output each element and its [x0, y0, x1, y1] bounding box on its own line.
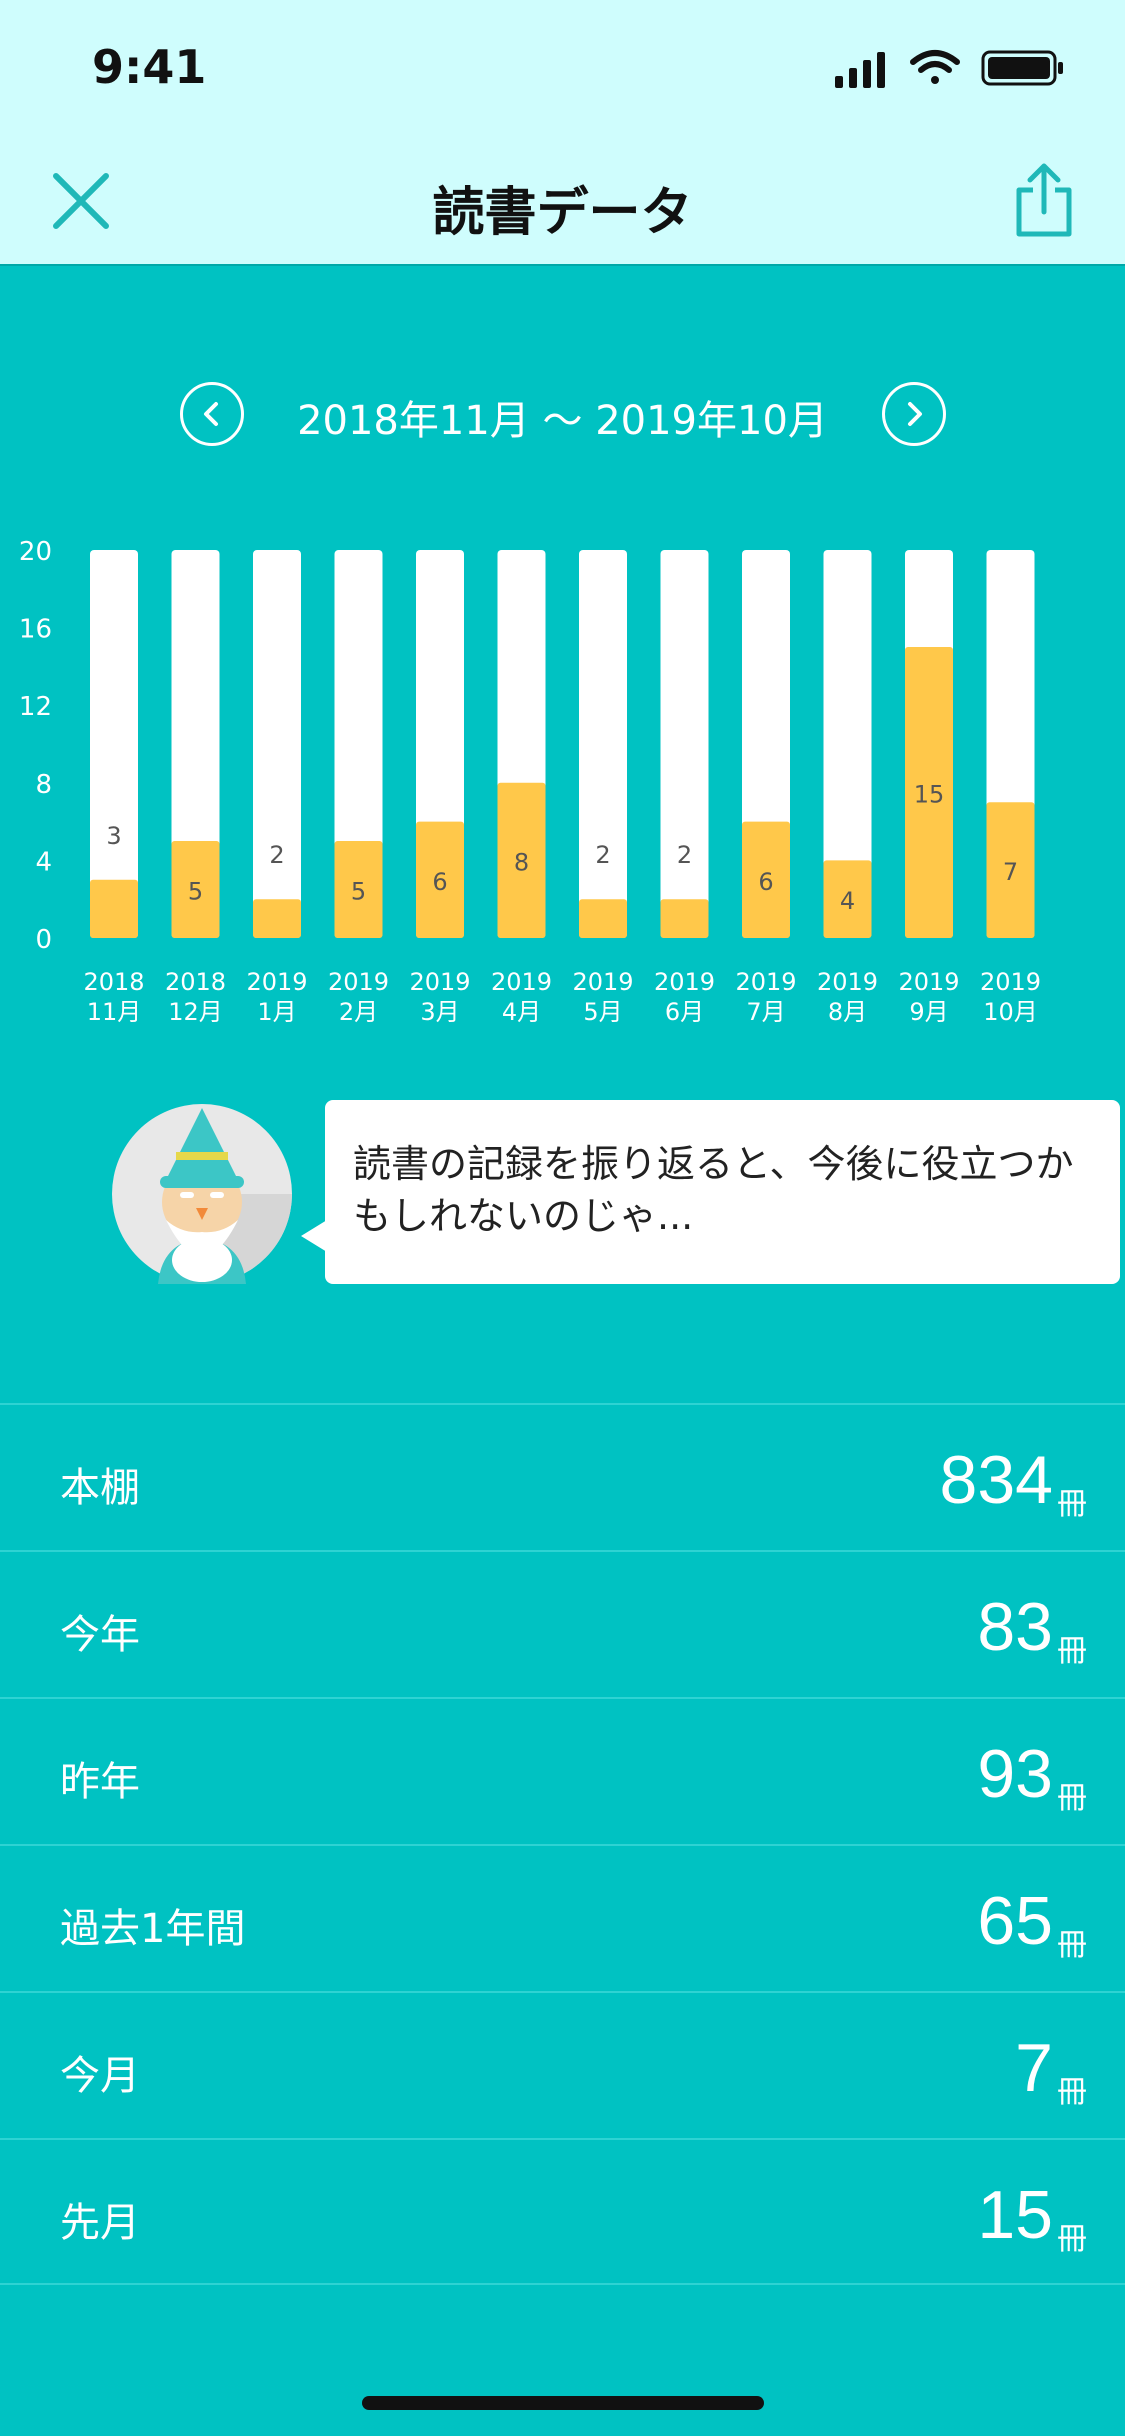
x-tick-year: 2019 — [980, 968, 1041, 996]
home-indicator — [362, 2396, 764, 2410]
stat-row-bookshelf[interactable]: 本棚 834 冊 — [0, 1403, 1125, 1550]
page-title: 読書データ — [432, 183, 693, 243]
x-tick-month: 3月 — [420, 998, 459, 1026]
battery-icon — [981, 50, 1063, 86]
nav-bar: 読書データ — [0, 140, 1125, 266]
advice-section: 読書の記録を振り返ると、今後に役立つかもしれないのじゃ... — [110, 1100, 1120, 1290]
x-tick-month: 7月 — [746, 998, 785, 1026]
chevron-right-icon — [908, 402, 922, 426]
bar-track — [660, 550, 709, 938]
stat-unit: 冊 — [1057, 2075, 1087, 2110]
x-tick-month: 2月 — [339, 998, 378, 1026]
x-tick-month: 8月 — [828, 998, 867, 1026]
bar-track — [253, 550, 301, 938]
bar — [579, 899, 627, 938]
bar-value-label: 15 — [914, 781, 945, 809]
status-bar: 9:41 — [0, 0, 1125, 140]
x-tick-year: 2018 — [83, 968, 144, 996]
x-tick-year: 2019 — [898, 968, 959, 996]
x-tick-month: 10月 — [983, 998, 1038, 1026]
stat-unit: 冊 — [1057, 1634, 1087, 1669]
stat-label: 昨年 — [60, 1759, 140, 1805]
stat-row-this-year[interactable]: 今年 83 冊 — [0, 1550, 1125, 1697]
stat-label: 過去1年間 — [60, 1906, 246, 1952]
bar-value-label: 7 — [1003, 858, 1018, 886]
x-tick-year: 2019 — [328, 968, 389, 996]
stat-unit: 冊 — [1057, 1487, 1087, 1522]
bar-track — [579, 550, 627, 938]
bar-value-label: 2 — [595, 841, 610, 869]
stat-label: 今月 — [60, 2053, 140, 2099]
x-tick-month: 9月 — [909, 998, 948, 1026]
bar-value-label: 8 — [514, 848, 529, 876]
x-tick-year: 2019 — [572, 968, 633, 996]
stat-value: 834 — [939, 1442, 1053, 1518]
y-tick-label: 20 — [19, 537, 52, 567]
x-tick-year: 2019 — [491, 968, 552, 996]
stat-value: 93 — [977, 1736, 1053, 1812]
bar-value-label: 2 — [269, 841, 284, 869]
y-tick-label: 16 — [19, 615, 52, 645]
stat-label: 今年 — [60, 1612, 140, 1658]
stat-value: 83 — [977, 1589, 1053, 1665]
bar-value-label: 6 — [432, 868, 447, 896]
x-tick-year: 2019 — [735, 968, 796, 996]
bar-value-label: 2 — [677, 841, 692, 869]
stat-label: 先月 — [60, 2200, 140, 2246]
speech-bubble: 読書の記録を振り返ると、今後に役立つかもしれないのじゃ... — [301, 1100, 1120, 1284]
y-tick-label: 8 — [35, 770, 52, 800]
stat-unit: 冊 — [1057, 1781, 1087, 1816]
bar — [90, 879, 138, 938]
period-selector: 2018年11月 〜 2019年10月 — [0, 370, 1125, 460]
stat-value: 7 — [1015, 2030, 1053, 2106]
period-label: 2018年11月 〜 2019年10月 — [297, 398, 828, 444]
stat-row-last-month[interactable]: 先月 15 冊 — [0, 2138, 1125, 2285]
stat-value: 65 — [977, 1883, 1053, 1959]
bar-chart: 0481216203201811月5201812月220191月520192月6… — [19, 537, 1041, 1026]
stat-unit: 冊 — [1057, 2222, 1087, 2257]
stat-value: 15 — [977, 2177, 1053, 2253]
x-tick-month: 12月 — [168, 998, 223, 1026]
stat-unit: 冊 — [1057, 1928, 1087, 1963]
y-tick-label: 0 — [35, 925, 52, 955]
bar-value-label: 6 — [758, 868, 773, 896]
wifi-icon — [910, 50, 960, 84]
stat-row-this-month[interactable]: 今月 7 冊 — [0, 1991, 1125, 2138]
y-tick-label: 12 — [19, 692, 52, 722]
wizard-avatar — [112, 1104, 292, 1284]
x-tick-month: 4月 — [502, 998, 541, 1026]
monthly-reading-chart: 0 4 8 12 16 20 3 2018 11月 5 2018 12月 2 2019 1月 5 2019 2月 6… — [0, 530, 1125, 1030]
x-tick-month: 11月 — [87, 998, 142, 1026]
x-tick-year: 2018 — [165, 968, 226, 996]
share-icon[interactable] — [1013, 160, 1075, 240]
x-tick-month: 5月 — [583, 998, 622, 1026]
x-tick-year: 2019 — [246, 968, 307, 996]
stat-row-past-year[interactable]: 過去1年間 65 冊 — [0, 1844, 1125, 1991]
next-period-button[interactable] — [882, 382, 946, 446]
bar-value-label: 4 — [840, 887, 855, 915]
status-time: 9:41 — [92, 40, 207, 94]
stat-label: 本棚 — [60, 1465, 140, 1511]
bar — [253, 899, 301, 938]
stat-row-last-year[interactable]: 昨年 93 冊 — [0, 1697, 1125, 1844]
x-tick-month: 1月 — [257, 998, 296, 1026]
signal-icon — [835, 52, 885, 88]
stats-list: 本棚 834 冊 今年 83 冊 昨年 93 冊 過去1年間 65 冊 今月 7… — [0, 1403, 1125, 2285]
x-tick-month: 6月 — [665, 998, 704, 1026]
x-tick-year: 2019 — [654, 968, 715, 996]
x-tick-year: 2019 — [817, 968, 878, 996]
y-tick-label: 4 — [35, 847, 52, 877]
status-icons — [835, 50, 1063, 88]
bar-value-label: 3 — [106, 822, 121, 850]
bar-value-label: 5 — [188, 878, 203, 906]
x-tick-year: 2019 — [409, 968, 470, 996]
bar-value-label: 5 — [351, 878, 366, 906]
bar — [660, 899, 709, 938]
